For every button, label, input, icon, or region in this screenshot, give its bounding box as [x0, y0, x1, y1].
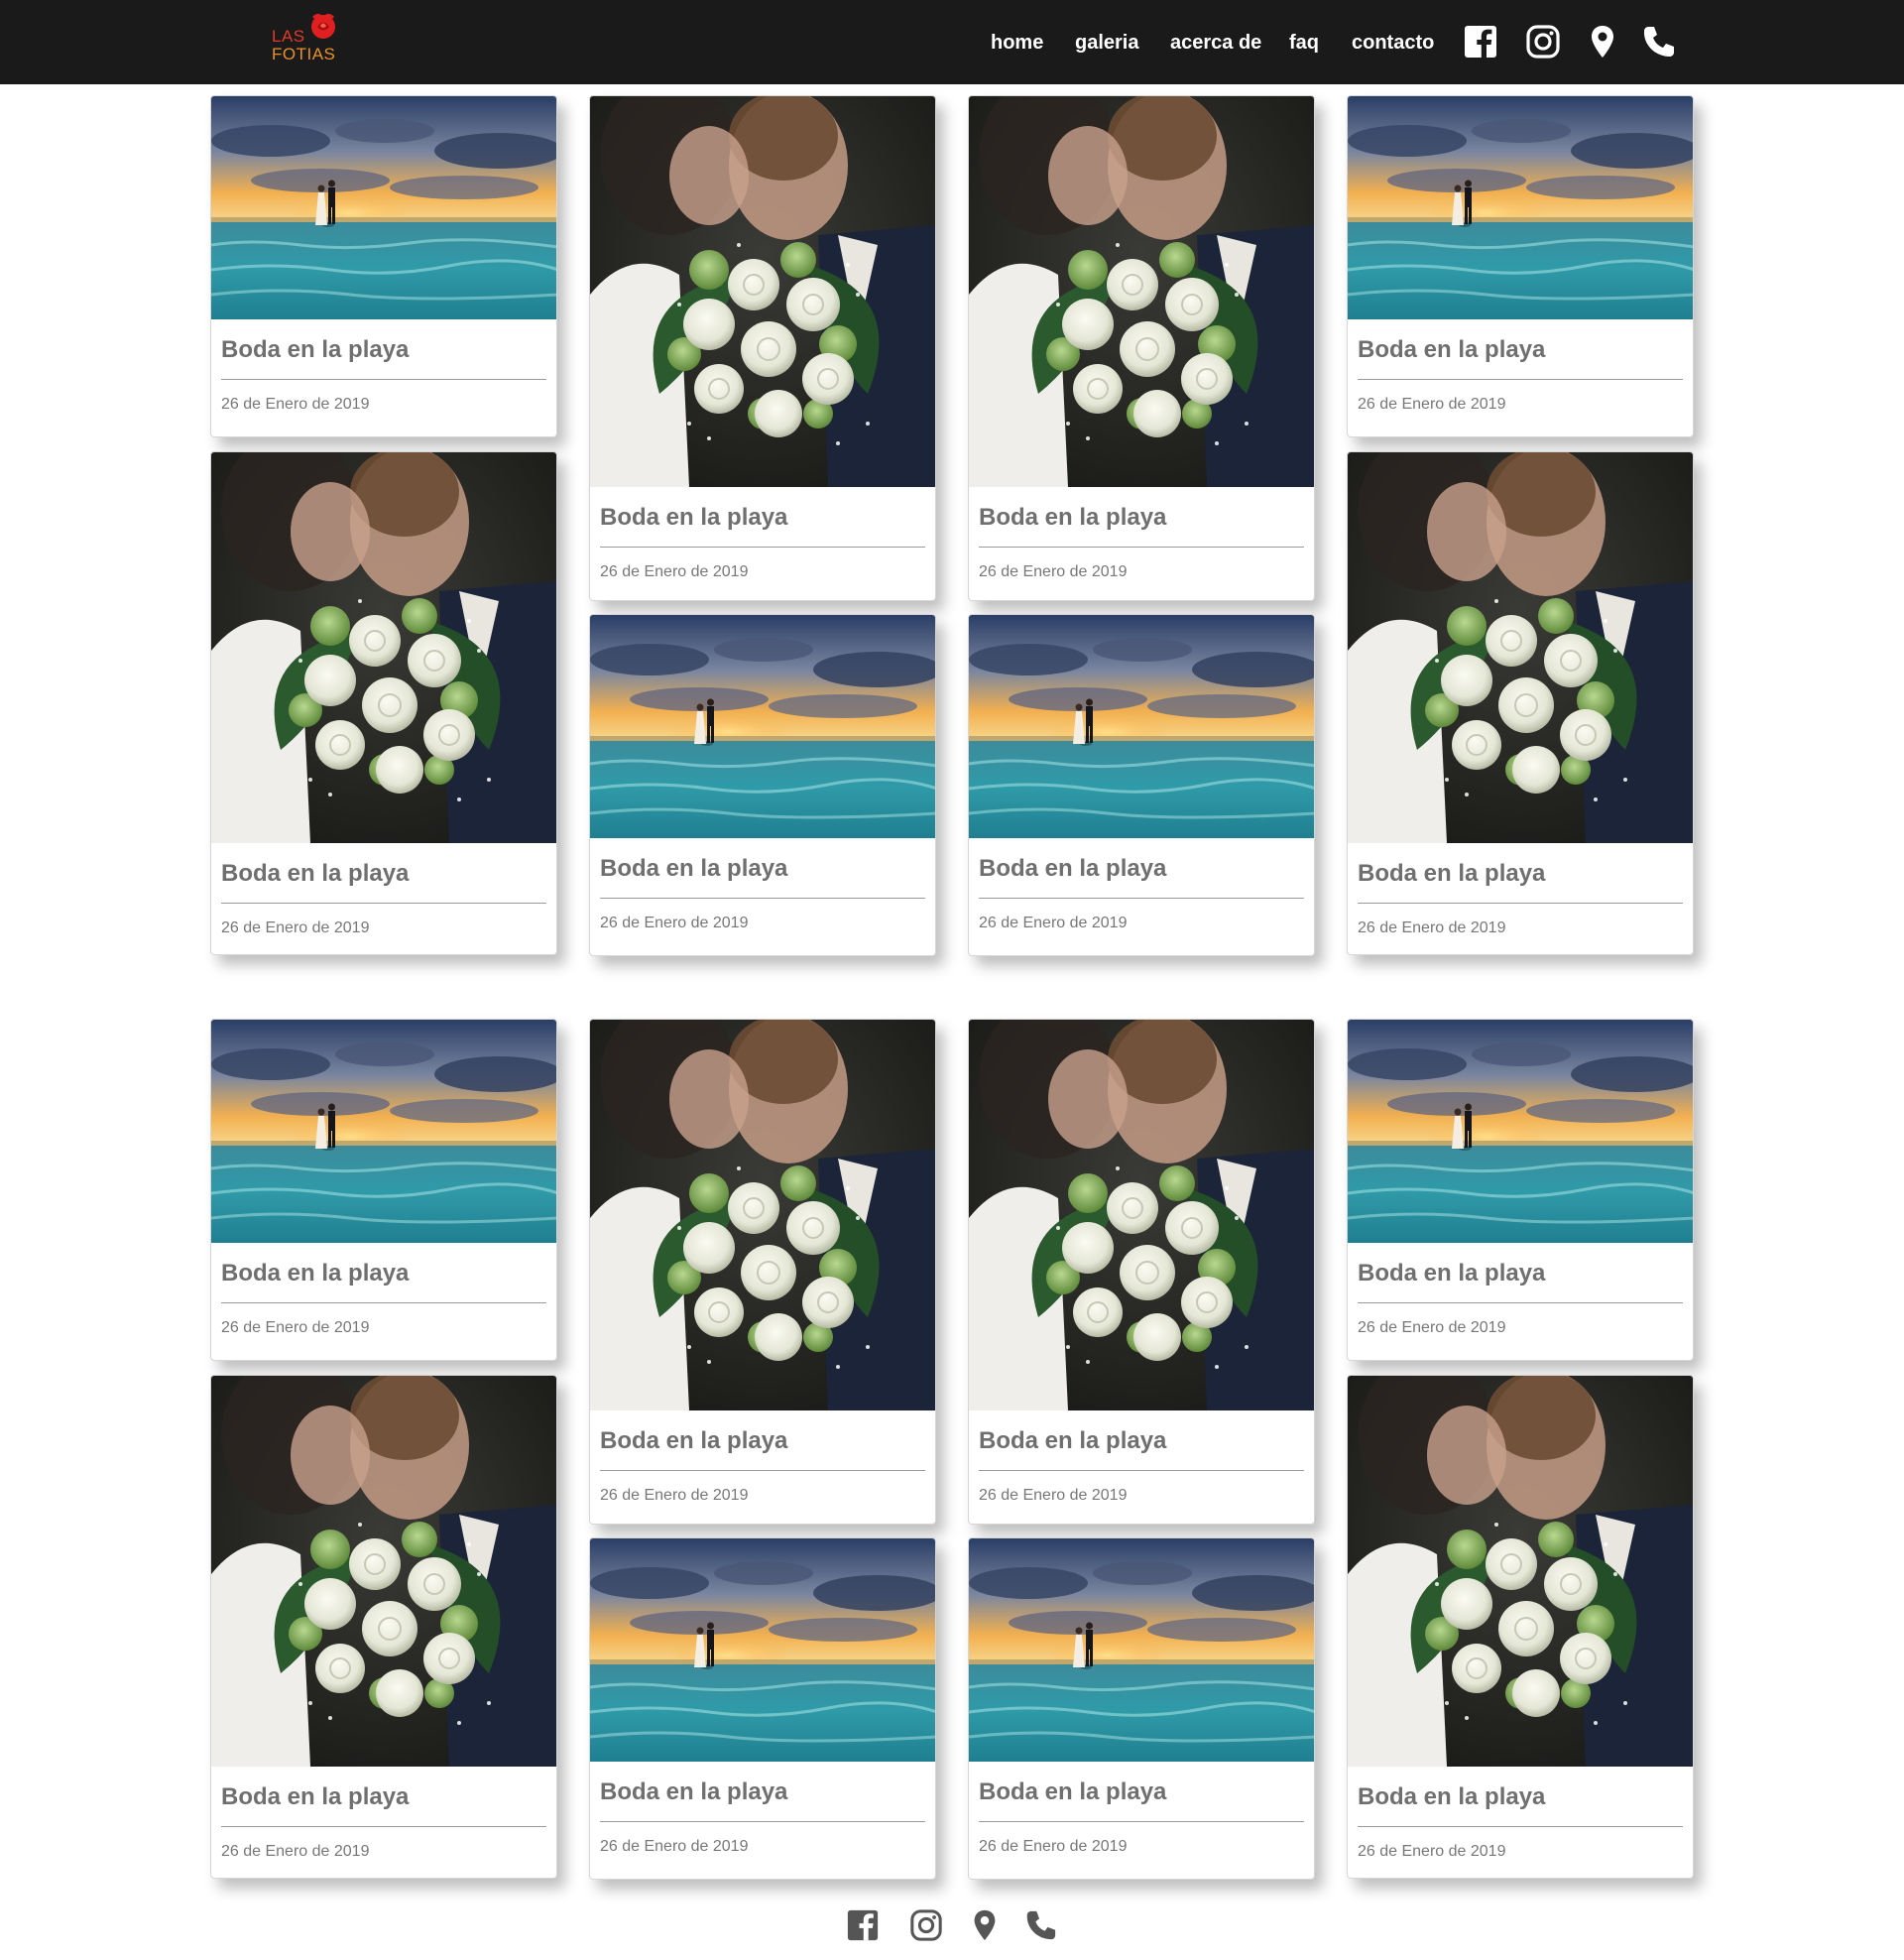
gallery-card[interactable]: Boda en la playa 26 de Enero de 2019 [1347, 1375, 1694, 1879]
card-date: 26 de Enero de 2019 [600, 1487, 749, 1504]
gallery-card[interactable]: Boda en la playa 26 de Enero de 2019 [210, 1019, 557, 1361]
gallery-card[interactable]: Boda en la playa 26 de Enero de 2019 [968, 614, 1315, 956]
gallery-card[interactable]: Boda en la playa 26 de Enero de 2019 [968, 1537, 1315, 1880]
card-title[interactable]: Boda en la playa [600, 503, 925, 548]
logo-text-las: LAS [272, 27, 305, 46]
card-date: 26 de Enero de 2019 [600, 915, 749, 931]
gallery-card[interactable]: Boda en la playa 26 de Enero de 2019 [210, 95, 557, 437]
card-title[interactable]: Boda en la playa [1358, 1259, 1683, 1303]
bouquet-kiss-photo[interactable] [590, 1020, 936, 1410]
card-date: 26 de Enero de 2019 [979, 915, 1128, 931]
bouquet-kiss-photo[interactable] [1348, 452, 1694, 843]
card-title[interactable]: Boda en la playa [1358, 335, 1683, 380]
beach-couple-photo[interactable] [211, 96, 557, 319]
card-title[interactable]: Boda en la playa [221, 1782, 546, 1827]
bouquet-kiss-photo[interactable] [1348, 1376, 1694, 1767]
card-title[interactable]: Boda en la playa [221, 335, 546, 380]
instagram-icon[interactable] [909, 1908, 943, 1942]
card-date: 26 de Enero de 2019 [979, 1487, 1128, 1504]
card-title[interactable]: Boda en la playa [221, 1259, 546, 1303]
nav-link-home[interactable]: home [991, 28, 1043, 58]
location-pin-icon[interactable] [1585, 24, 1620, 60]
beach-couple-photo[interactable] [211, 1020, 557, 1243]
gallery-card[interactable]: Boda en la playa 26 de Enero de 2019 [589, 95, 936, 601]
card-title[interactable]: Boda en la playa [600, 1777, 925, 1822]
card-date: 26 de Enero de 2019 [1358, 1843, 1506, 1860]
gallery-card[interactable]: Boda en la playa 26 de Enero de 2019 [1347, 95, 1694, 437]
gallery-card[interactable]: Boda en la playa 26 de Enero de 2019 [589, 1537, 936, 1880]
card-date: 26 de Enero de 2019 [1358, 919, 1506, 936]
gallery-card[interactable]: Boda en la playa 26 de Enero de 2019 [968, 1019, 1315, 1525]
card-title[interactable]: Boda en la playa [979, 854, 1304, 899]
nav-link-galeria[interactable]: galeria [1075, 28, 1138, 58]
card-title[interactable]: Boda en la playa [979, 1426, 1304, 1471]
card-date: 26 de Enero de 2019 [221, 1843, 370, 1860]
card-title[interactable]: Boda en la playa [1358, 859, 1683, 904]
bouquet-kiss-photo[interactable] [590, 96, 936, 487]
nav-link-contacto[interactable]: contacto [1352, 28, 1434, 58]
card-title[interactable]: Boda en la playa [1358, 1782, 1683, 1827]
card-title[interactable]: Boda en la playa [979, 503, 1304, 548]
card-date: 26 de Enero de 2019 [221, 1319, 370, 1336]
card-title[interactable]: Boda en la playa [979, 1777, 1304, 1822]
beach-couple-photo[interactable] [1348, 1020, 1694, 1243]
nav-link-faq[interactable]: faq [1289, 28, 1319, 58]
gallery-card[interactable]: Boda en la playa 26 de Enero de 2019 [210, 1375, 557, 1879]
card-date: 26 de Enero de 2019 [979, 1838, 1128, 1855]
beach-couple-photo[interactable] [969, 615, 1315, 838]
facebook-icon[interactable] [846, 1908, 880, 1942]
gallery-card[interactable]: Boda en la playa 26 de Enero de 2019 [968, 95, 1315, 601]
bouquet-kiss-photo[interactable] [969, 1020, 1315, 1410]
card-date: 26 de Enero de 2019 [1358, 1319, 1506, 1336]
gallery-card[interactable]: Boda en la playa 26 de Enero de 2019 [1347, 451, 1694, 955]
gallery-card[interactable]: Boda en la playa 26 de Enero de 2019 [1347, 1019, 1694, 1361]
gallery-card[interactable]: Boda en la playa 26 de Enero de 2019 [210, 451, 557, 955]
card-date: 26 de Enero de 2019 [221, 919, 370, 936]
rose-logo-icon [311, 13, 335, 39]
bouquet-kiss-photo[interactable] [969, 96, 1315, 487]
logo-text-fotias: FOTIAS [272, 45, 336, 63]
location-pin-icon[interactable] [968, 1908, 1002, 1942]
card-date: 26 de Enero de 2019 [221, 396, 370, 413]
beach-couple-photo[interactable] [969, 1538, 1315, 1762]
beach-couple-photo[interactable] [1348, 96, 1694, 319]
gallery-card[interactable]: Boda en la playa 26 de Enero de 2019 [589, 614, 936, 956]
facebook-icon[interactable] [1463, 24, 1498, 60]
beach-couple-photo[interactable] [590, 1538, 936, 1762]
card-title[interactable]: Boda en la playa [600, 1426, 925, 1471]
card-date: 26 de Enero de 2019 [979, 563, 1128, 580]
bouquet-kiss-photo[interactable] [211, 1376, 557, 1767]
beach-couple-photo[interactable] [590, 615, 936, 838]
gallery-card[interactable]: Boda en la playa 26 de Enero de 2019 [589, 1019, 936, 1525]
card-date: 26 de Enero de 2019 [600, 1838, 749, 1855]
nav-link-acerca-de[interactable]: acerca de [1170, 28, 1261, 58]
card-date: 26 de Enero de 2019 [600, 563, 749, 580]
card-date: 26 de Enero de 2019 [1358, 396, 1506, 413]
top-navbar: LAS FOTIAS home galeria acerca de faq co… [0, 0, 1904, 84]
phone-icon[interactable] [1640, 24, 1676, 60]
card-title[interactable]: Boda en la playa [600, 854, 925, 899]
instagram-icon[interactable] [1525, 24, 1561, 60]
bouquet-kiss-photo[interactable] [211, 452, 557, 843]
card-title[interactable]: Boda en la playa [221, 859, 546, 904]
phone-icon[interactable] [1023, 1908, 1057, 1942]
site-logo[interactable]: LAS FOTIAS [270, 10, 349, 71]
